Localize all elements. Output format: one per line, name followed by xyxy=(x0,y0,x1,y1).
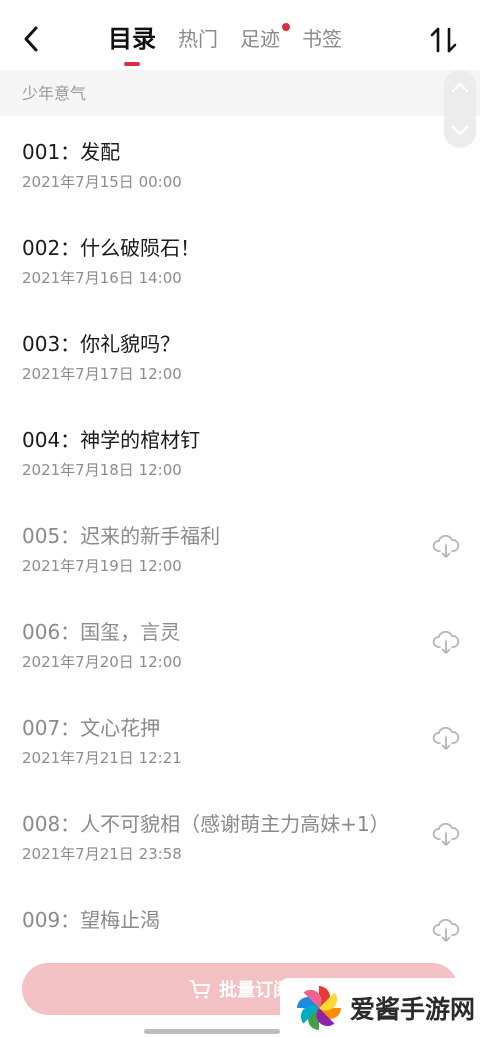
cloud-download-icon[interactable] xyxy=(432,726,460,752)
tab-bar: 目录 热门 足迹 书签 xyxy=(108,20,364,66)
chapter-date: 2021年7月16日 14:00 xyxy=(22,269,182,287)
shopping-cart-icon xyxy=(189,980,210,999)
tab-catalog-label: 目录 xyxy=(108,25,156,53)
chapter-item[interactable]: 006：国玺，言灵 2021年7月20日 12:00 xyxy=(0,596,480,692)
chapter-list: 001：发配 2021年7月15日 00:00 002：什么破陨石！ 2021年… xyxy=(0,116,480,980)
cloud-download-icon[interactable] xyxy=(432,822,460,848)
chapter-item[interactable]: 008：人不可貌相（感谢萌主力高妹+1） 2021年7月21日 23:58 xyxy=(0,788,480,884)
tab-history[interactable]: 足迹 xyxy=(240,20,290,58)
chapter-title: 007：文心花押 xyxy=(22,716,161,740)
tab-catalog[interactable]: 目录 xyxy=(108,20,156,66)
chapter-title: 006：国玺，言灵 xyxy=(22,620,181,644)
chapter-item[interactable]: 004：神学的棺材钉 2021年7月18日 12:00 xyxy=(0,404,480,500)
tab-bookmarks[interactable]: 书签 xyxy=(302,20,342,58)
chapter-date: 2021年7月17日 12:00 xyxy=(22,365,182,383)
top-bar: 目录 热门 足迹 书签 xyxy=(0,0,480,70)
chapter-date: 2021年7月20日 12:00 xyxy=(22,653,182,671)
back-arrow-icon[interactable] xyxy=(18,22,46,56)
sort-order-icon[interactable] xyxy=(428,24,460,56)
chapter-item[interactable]: 005：迟来的新手福利 2021年7月19日 12:00 xyxy=(0,500,480,596)
pinwheel-logo-icon xyxy=(297,985,341,1030)
chapter-item[interactable]: 001：发配 2021年7月15日 00:00 xyxy=(0,116,480,212)
chapter-title: 009：望梅止渴 xyxy=(22,908,161,932)
chapter-title: 005：迟来的新手福利 xyxy=(22,524,221,548)
chapter-date: 2021年7月21日 12:21 xyxy=(22,749,182,767)
chapter-title: 004：神学的棺材钉 xyxy=(22,428,201,452)
chapter-date: 2021年7月18日 12:00 xyxy=(22,461,182,479)
chapter-date: 2021年7月21日 23:58 xyxy=(22,845,182,863)
active-tab-indicator xyxy=(124,62,140,66)
chapter-title: 001：发配 xyxy=(22,140,121,164)
watermark-text: 爱酱手游网 xyxy=(350,994,476,1024)
chapter-title: 002：什么破陨石！ xyxy=(22,236,201,260)
cloud-download-icon[interactable] xyxy=(432,630,460,656)
tab-bookmarks-label: 书签 xyxy=(302,27,342,51)
cloud-download-icon[interactable] xyxy=(432,918,460,944)
volume-title: 少年意气 xyxy=(22,84,87,103)
chapter-title: 003：你礼貌吗？ xyxy=(22,332,181,356)
home-indicator xyxy=(144,1029,280,1034)
notification-dot xyxy=(282,23,290,31)
chapter-item[interactable]: 002：什么破陨石！ 2021年7月16日 14:00 xyxy=(0,212,480,308)
volume-header: 少年意气 xyxy=(0,70,480,116)
chapter-item[interactable]: 007：文心花押 2021年7月21日 12:21 xyxy=(0,692,480,788)
scroll-up-icon[interactable] xyxy=(450,78,470,98)
chapter-date: 2021年7月19日 12:00 xyxy=(22,557,182,575)
chapter-date: 2021年7月15日 00:00 xyxy=(22,173,182,191)
chapter-title: 008：人不可貌相（感谢萌主力高妹+1） xyxy=(22,812,390,836)
tab-popular[interactable]: 热门 xyxy=(178,20,218,58)
chapter-item[interactable]: 003：你礼貌吗？ 2021年7月17日 12:00 xyxy=(0,308,480,404)
site-watermark: 爱酱手游网 xyxy=(280,978,480,1037)
tab-history-label: 足迹 xyxy=(240,27,280,51)
cloud-download-icon[interactable] xyxy=(432,534,460,560)
tab-popular-label: 热门 xyxy=(178,27,218,51)
